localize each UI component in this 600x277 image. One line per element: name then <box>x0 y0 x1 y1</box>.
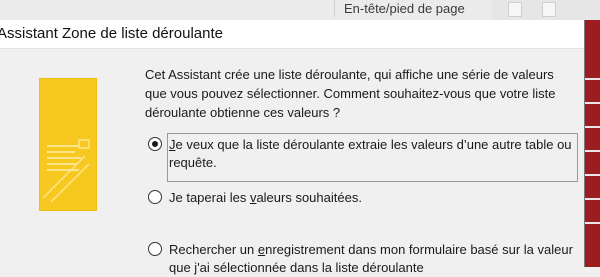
wizard-intro-text: Cet Assistant crée une liste déroulante,… <box>145 67 556 120</box>
combo-box-list-illustration-icon <box>38 77 98 212</box>
combo-box-wizard-dialog: Assistant Zone de liste déroulante Cet A… <box>0 20 585 275</box>
option-label: Je veux que la liste déroulante extraie … <box>169 137 572 170</box>
dialog-title: Assistant Zone de liste déroulante <box>0 25 223 42</box>
option-label: Rechercher un enregistrement dans mon fo… <box>169 242 573 275</box>
option-label: Je taperai les valeurs souhaitées. <box>169 190 362 205</box>
radio-find-record[interactable] <box>148 242 162 256</box>
ribbon-button[interactable] <box>542 2 556 17</box>
ribbon-group-header-footer[interactable]: En-tête/pied de page <box>334 0 492 17</box>
radio-lookup-table[interactable] <box>148 137 162 151</box>
ribbon-button[interactable] <box>508 2 522 17</box>
access-workspace <box>585 20 600 267</box>
dialog-titlebar[interactable]: Assistant Zone de liste déroulante <box>0 20 584 49</box>
radio-type-values[interactable] <box>148 190 162 204</box>
ribbon-strip: En-tête/pied de page <box>0 0 600 21</box>
